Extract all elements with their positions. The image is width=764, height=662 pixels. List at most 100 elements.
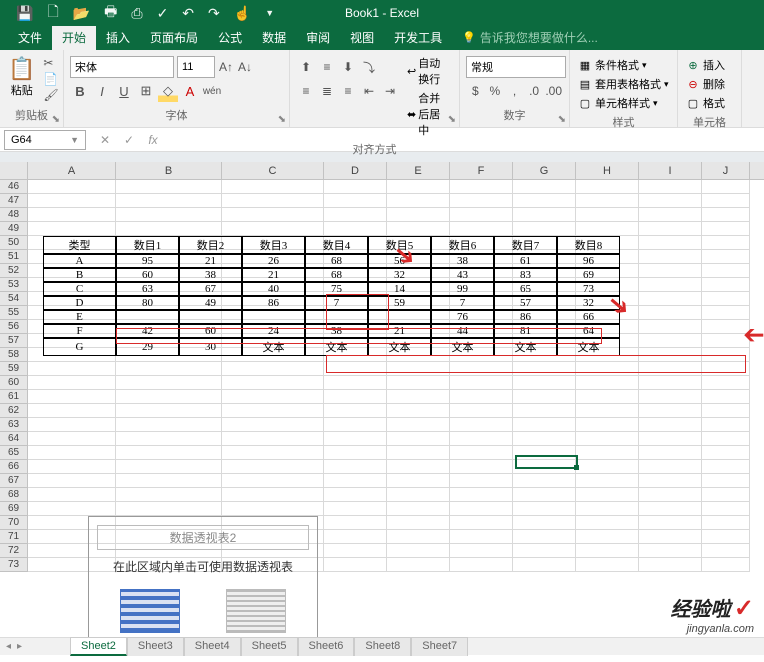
undo-icon[interactable]: ↶ [182,5,194,22]
paste-button[interactable]: 📋 粘贴 [6,54,37,105]
table-cell[interactable]: 83 [494,268,557,282]
grow-font-icon[interactable]: A↑ [218,56,234,78]
select-all-corner[interactable] [0,162,28,179]
table-cell[interactable]: 81 [494,324,557,338]
tab-data[interactable]: 数据 [252,25,296,50]
table-cell[interactable]: 21 [368,324,431,338]
row-header-67[interactable]: 67 [0,474,28,488]
align-right-icon[interactable]: ≡ [338,80,358,102]
table-cell[interactable]: A [43,254,116,268]
align-top-icon[interactable]: ⬆ [296,56,316,78]
table-cell[interactable]: 7 [305,296,368,310]
cell-styles-button[interactable]: ▢单元格样式▾ [576,94,671,112]
table-cell[interactable]: 60 [116,268,179,282]
sheet-tab-Sheet3[interactable]: Sheet3 [127,637,184,656]
align-bottom-icon[interactable]: ⬇ [338,56,358,78]
pivot-table-placeholder[interactable]: 数据透视表2 在此区域内单击可使用数据透视表 [88,516,318,642]
table-cell[interactable]: 59 [368,296,431,310]
align-center-icon[interactable]: ≣ [317,80,337,102]
align-middle-icon[interactable]: ≡ [317,56,337,78]
formula-input[interactable] [168,130,764,150]
table-cell[interactable]: 38 [179,268,242,282]
wrap-text-button[interactable]: ↩自动换行 [403,54,453,88]
table-cell[interactable]: 60 [179,324,242,338]
table-cell[interactable]: 38 [431,254,494,268]
table-cell[interactable]: 文本 [305,338,368,356]
border-icon[interactable]: ⊞ [136,80,156,102]
conditional-format-button[interactable]: ▦条件格式▾ [576,56,671,74]
name-box[interactable]: G64 ▼ [4,130,86,150]
tell-me-search[interactable]: 告诉我您想要做什么... [452,25,608,50]
font-color-icon[interactable]: A [180,80,200,102]
row-header-48[interactable]: 48 [0,208,28,222]
row-header-51[interactable]: 51 [0,250,28,264]
sheet-tab-Sheet5[interactable]: Sheet5 [241,637,298,656]
col-header-F[interactable]: F [450,162,513,179]
tab-home[interactable]: 开始 [52,25,96,50]
tab-pagelayout[interactable]: 页面布局 [140,25,208,50]
table-cell[interactable]: 30 [179,338,242,356]
percent-icon[interactable]: % [486,80,505,102]
table-cell[interactable]: 40 [242,282,305,296]
row-header-73[interactable]: 73 [0,558,28,572]
table-header[interactable]: 数目6 [431,236,494,254]
enter-formula-icon[interactable]: ✓ [118,133,140,147]
number-format-select[interactable] [466,56,566,78]
table-header[interactable]: 类型 [43,236,116,254]
table-header[interactable]: 数目8 [557,236,620,254]
fx-icon[interactable]: fx [142,133,164,147]
row-header-72[interactable]: 72 [0,544,28,558]
table-cell[interactable]: B [43,268,116,282]
table-cell[interactable]: 80 [116,296,179,310]
new-icon[interactable]: 🗋 [47,1,58,25]
tab-insert[interactable]: 插入 [96,25,140,50]
col-header-B[interactable]: B [116,162,222,179]
delete-cells-button[interactable]: ⊖删除 [684,75,735,93]
table-header[interactable]: 数目2 [179,236,242,254]
row-header-55[interactable]: 55 [0,306,28,320]
format-table-button[interactable]: ▤套用表格格式▾ [576,75,671,93]
table-cell[interactable]: 29 [116,338,179,356]
row-header-54[interactable]: 54 [0,292,28,306]
table-cell[interactable]: 57 [494,296,557,310]
row-header-61[interactable]: 61 [0,390,28,404]
cancel-formula-icon[interactable]: ✕ [94,133,116,147]
inc-decimal-icon[interactable]: .0 [525,80,544,102]
comma-icon[interactable]: , [505,80,524,102]
spreadsheet-grid[interactable]: ABCDEFGHIJ 46474849505152535455565758596… [0,162,764,662]
col-header-I[interactable]: I [639,162,702,179]
merge-center-button[interactable]: ⬌合并后居中 [403,89,453,139]
tab-developer[interactable]: 开发工具 [384,25,452,50]
table-cell[interactable]: 61 [494,254,557,268]
table-cell[interactable]: 65 [494,282,557,296]
fill-color-icon[interactable]: ◇ [158,80,178,102]
col-header-D[interactable]: D [324,162,387,179]
sheet-nav-last-icon[interactable]: ▸ [17,641,22,652]
row-header-70[interactable]: 70 [0,516,28,530]
row-header-47[interactable]: 47 [0,194,28,208]
sheet-tab-Sheet6[interactable]: Sheet6 [298,637,355,656]
sheet-tab-Sheet7[interactable]: Sheet7 [411,637,468,656]
table-cell[interactable]: 文本 [494,338,557,356]
number-dialog-launcher[interactable]: ⬊ [558,114,566,125]
dec-decimal-icon[interactable]: .00 [544,80,563,102]
shrink-font-icon[interactable]: A↓ [237,56,253,78]
clipboard-dialog-launcher[interactable]: ⬊ [52,114,60,125]
table-cell[interactable]: 64 [557,324,620,338]
row-header-57[interactable]: 57 [0,334,28,348]
table-header[interactable]: 数目3 [242,236,305,254]
table-cell[interactable]: 38 [305,324,368,338]
italic-button[interactable]: I [92,80,112,102]
table-cell[interactable]: E [43,310,116,324]
accounting-icon[interactable]: $ [466,80,485,102]
col-header-E[interactable]: E [387,162,450,179]
table-cell[interactable]: 文本 [242,338,305,356]
table-cell[interactable] [179,310,242,324]
table-cell[interactable]: 49 [179,296,242,310]
table-header[interactable]: 数目1 [116,236,179,254]
row-header-52[interactable]: 52 [0,264,28,278]
table-cell[interactable]: 86 [494,310,557,324]
align-left-icon[interactable]: ≡ [296,80,316,102]
col-header-G[interactable]: G [513,162,576,179]
table-cell[interactable] [305,310,368,324]
